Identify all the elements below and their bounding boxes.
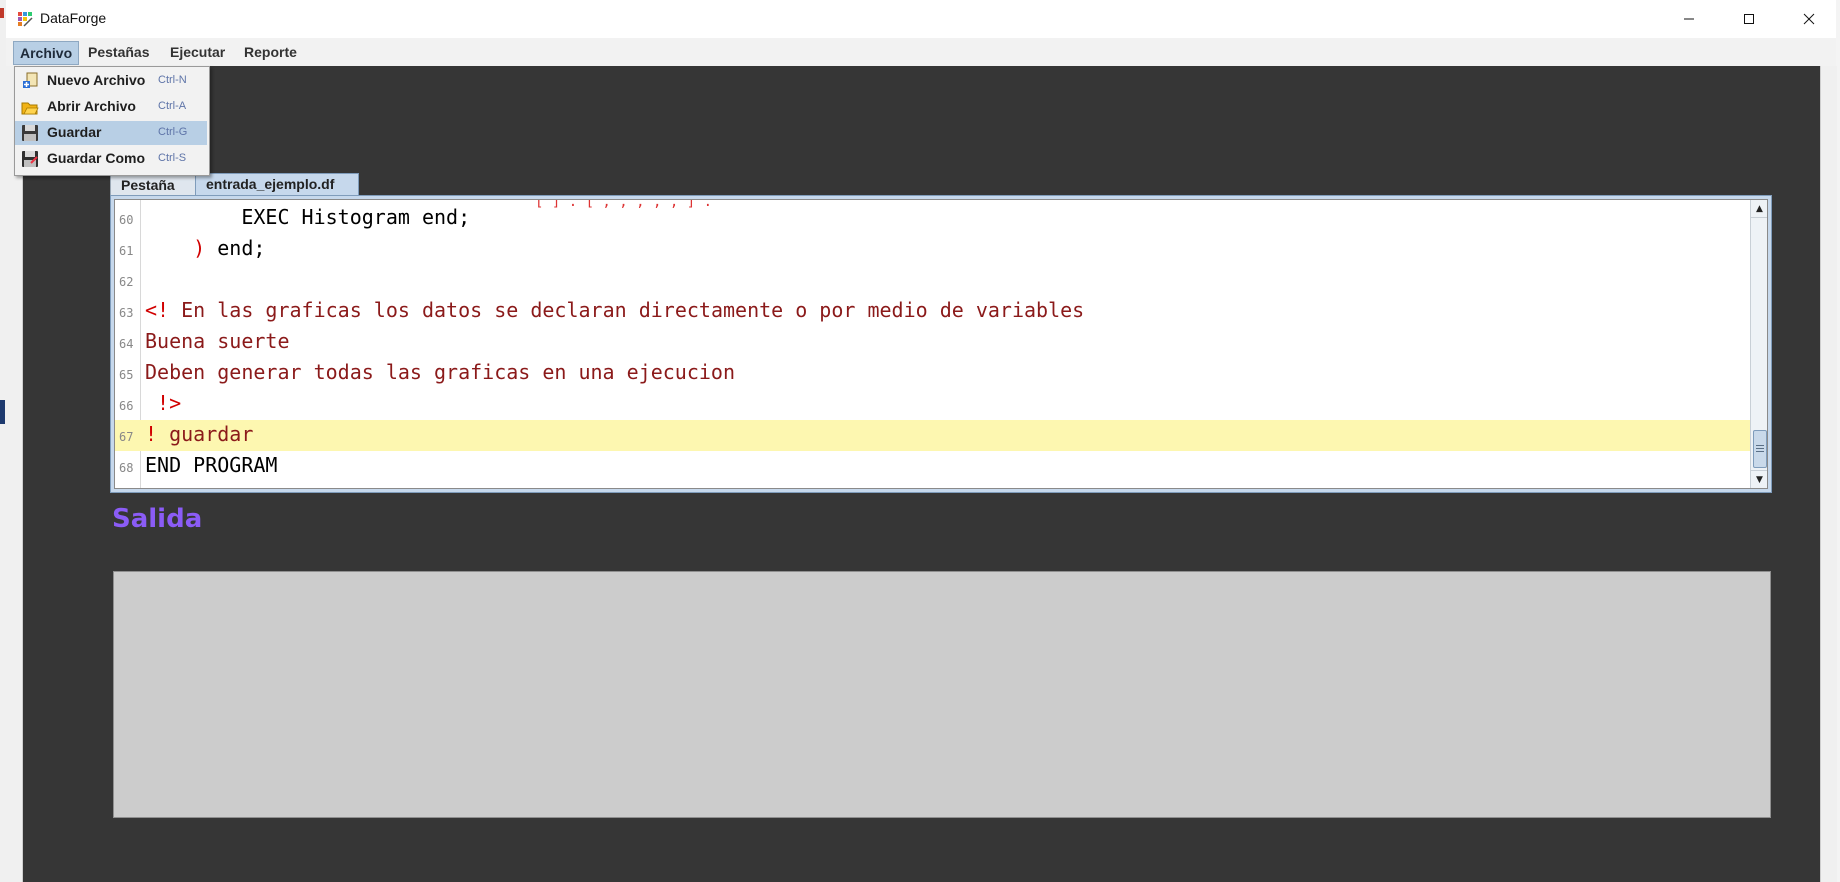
code-line-65: 65 Deben generar todas las graficas en u… — [115, 358, 1750, 389]
minimize-button[interactable] — [1660, 0, 1718, 38]
open-folder-icon — [21, 102, 39, 115]
dataforge-app-icon — [18, 12, 33, 27]
line-number: 61 — [119, 244, 134, 258]
maximize-icon — [1744, 14, 1754, 24]
line-number: 68 — [119, 461, 134, 475]
menu-item-shortcut: Ctrl-G — [158, 126, 188, 138]
code-line-64: 64 Buena suerte — [115, 327, 1750, 358]
editor-vertical-scrollbar[interactable]: ▲ ▼ — [1750, 200, 1767, 488]
new-file-icon — [23, 72, 38, 88]
close-button[interactable] — [1780, 0, 1838, 38]
menu-archivo[interactable]: Archivo — [13, 41, 80, 65]
code-text: Buena suerte — [145, 329, 290, 353]
tab-entrada-ejemplo[interactable]: entrada_ejemplo.df — [195, 173, 359, 196]
scroll-up-arrow-icon[interactable]: ▲ — [1751, 200, 1767, 218]
code-text: EXEC Histogram end; — [241, 205, 471, 229]
code-text: !> — [145, 391, 182, 415]
floppy-disk-save-as-icon — [22, 151, 38, 167]
minimize-icon — [1684, 18, 1694, 20]
menu-item-shortcut: Ctrl-N — [158, 74, 187, 86]
menu-item-label: Abrir Archivo — [47, 98, 136, 114]
code-line-66: 66 !> — [115, 389, 1750, 420]
maximize-button[interactable] — [1720, 0, 1778, 38]
menu-item-label: Guardar — [47, 124, 102, 140]
menu-reporte[interactable]: Reporte — [238, 41, 303, 63]
menu-item-label: Nuevo Archivo — [47, 72, 146, 88]
output-console[interactable] — [113, 571, 1771, 818]
code-text: Deben generar todas las graficas en una … — [145, 360, 736, 384]
code-line-62: 62 — [115, 265, 1750, 296]
right-side-panel — [1820, 66, 1837, 882]
menu-bar: Archivo Pestañas Ejecutar Reporte — [6, 38, 1836, 67]
code-text: ! guardar — [145, 422, 254, 446]
code-text: <! En las graficas los datos se declaran… — [145, 298, 1085, 322]
code-line-60: 60 EXEC Histogram end; — [115, 203, 1750, 234]
window-title: DataForge — [40, 10, 107, 26]
code-line-63: 63 <! En las graficas los datos se decla… — [115, 296, 1750, 327]
code-editor[interactable]: [ ] . [ , , , , , ] . 60 EXEC Histogram … — [114, 199, 1768, 489]
left-side-panel — [6, 66, 23, 882]
menu-item-guardar-como[interactable]: Guardar Como Ctrl-S — [15, 147, 207, 171]
output-title: Salida — [112, 504, 203, 534]
menu-pestanas[interactable]: Pestañas — [82, 41, 155, 63]
archivo-dropdown-menu: Nuevo Archivo Ctrl-N Abrir Archivo Ctrl-… — [14, 66, 210, 176]
menu-item-abrir-archivo[interactable]: Abrir Archivo Ctrl-A — [15, 95, 207, 119]
scroll-down-arrow-icon[interactable]: ▼ — [1751, 470, 1767, 488]
line-number: 67 — [119, 430, 134, 444]
floppy-disk-icon — [22, 125, 38, 141]
menu-item-shortcut: Ctrl-A — [158, 100, 187, 112]
menu-item-nuevo-archivo[interactable]: Nuevo Archivo Ctrl-N — [15, 69, 207, 93]
menu-ejecutar[interactable]: Ejecutar — [164, 41, 231, 63]
menu-item-shortcut: Ctrl-S — [158, 152, 187, 164]
code-line-67-current: 67 ! guardar — [115, 420, 1750, 451]
title-bar: DataForge — [6, 0, 1836, 38]
line-number: 62 — [119, 275, 134, 289]
app-window: DataForge Archivo Pestañas Ejecutar Repo… — [6, 0, 1837, 882]
line-number: 66 — [119, 399, 134, 413]
code-line-61: 61 ) end; — [115, 234, 1750, 265]
line-number: 63 — [119, 306, 134, 320]
line-number: 64 — [119, 337, 134, 351]
line-number: 65 — [119, 368, 134, 382]
tab-pestana[interactable]: Pestaña — [110, 174, 198, 195]
close-icon — [1803, 13, 1815, 25]
code-text: END PROGRAM — [145, 453, 278, 477]
line-number: 60 — [119, 213, 134, 227]
clipped-previous-line: [ ] . [ , , , , , ] . — [535, 199, 713, 210]
menu-item-label: Guardar Como — [47, 150, 146, 166]
code-line-68: 68 END PROGRAM — [115, 451, 1750, 482]
code-text: ) end; — [193, 236, 266, 260]
scrollbar-thumb[interactable] — [1753, 430, 1767, 468]
menu-item-guardar[interactable]: Guardar Ctrl-G — [15, 121, 207, 145]
